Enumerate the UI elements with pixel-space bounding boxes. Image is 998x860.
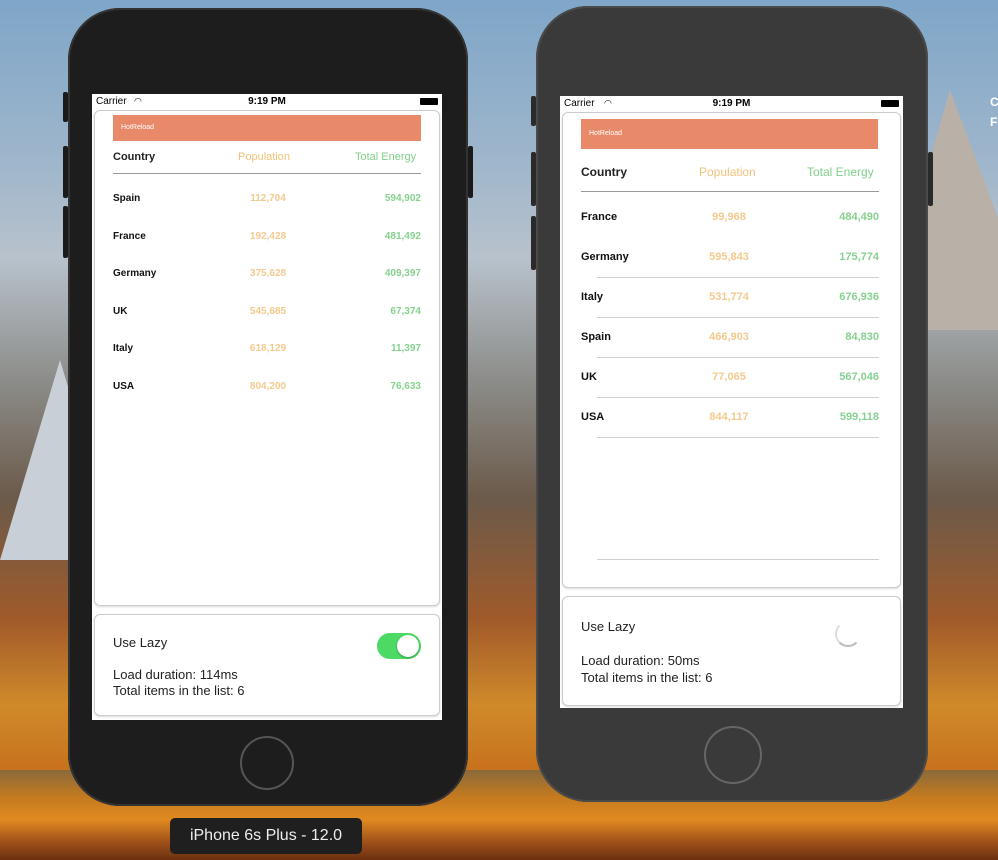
volume-up-button (63, 146, 68, 198)
row-separator (597, 559, 879, 560)
cell-energy: 484,490 (839, 211, 879, 223)
home-button[interactable] (704, 726, 762, 784)
cell-energy: 409,397 (384, 268, 421, 279)
cell-country: Germany (581, 251, 629, 263)
row-separator (597, 357, 879, 358)
header-country: Country (581, 165, 627, 179)
mute-switch (63, 92, 68, 122)
cell-population: 77,065 (712, 371, 746, 383)
cell-country: Spain (113, 193, 141, 204)
use-lazy-label: Use Lazy (113, 635, 168, 650)
volume-down-button (531, 216, 536, 270)
cell-energy: 676,936 (839, 291, 879, 303)
controls-card: Use Lazy Load duration: 114ms Total item… (94, 614, 440, 716)
battery-icon (881, 100, 899, 107)
volume-up-button (531, 152, 536, 206)
cell-energy: 567,046 (839, 371, 879, 383)
cell-population: 375,628 (249, 268, 287, 279)
cell-population: 192,428 (249, 231, 287, 242)
mute-switch (531, 96, 536, 126)
cell-population: 545,685 (249, 306, 287, 317)
power-button (928, 152, 933, 206)
cell-country: USA (581, 411, 605, 423)
cell-energy: 76,633 (390, 381, 421, 392)
cell-population: 844,117 (709, 411, 749, 423)
cell-population: 595,843 (709, 251, 749, 263)
cell-country: France (581, 211, 618, 223)
simulator-phone-left: Carrier ◠ 9:19 PM HotReload Country Popu… (63, 8, 473, 806)
header-country: Country (113, 151, 156, 163)
row-separator (597, 397, 879, 398)
cell-country: Germany (113, 268, 157, 279)
use-lazy-toggle[interactable] (377, 633, 421, 659)
header-population: Population (699, 165, 756, 179)
desktop-edge-text: C F (990, 95, 998, 129)
cell-energy: 175,774 (839, 251, 879, 263)
cell-energy: 67,374 (390, 306, 421, 317)
cell-country: Italy (581, 291, 604, 303)
header-population: Population (238, 151, 290, 163)
load-duration-label: Load duration: 50ms (581, 653, 700, 668)
volume-down-button (63, 206, 68, 258)
use-lazy-label: Use Lazy (581, 619, 636, 634)
total-items-label: Total items in the list: 6 (581, 670, 713, 685)
screen: Carrier ◠ 9:19 PM HotReload Country Popu… (92, 94, 442, 720)
cell-country: France (113, 231, 146, 242)
status-time: 9:19 PM (248, 96, 286, 107)
header-total-energy: Total Energy (807, 165, 874, 179)
status-bar: Carrier ◠ 9:19 PM (560, 96, 903, 112)
cell-country: UK (113, 306, 128, 317)
cell-population: 466,903 (709, 331, 749, 343)
cell-energy: 599,118 (839, 411, 879, 423)
controls-card: Use Lazy Load duration: 50ms Total items… (562, 596, 901, 706)
cell-population: 99,968 (712, 211, 746, 223)
status-bar: Carrier ◠ 9:19 PM (92, 94, 442, 110)
header-divider (581, 191, 879, 192)
power-button (468, 146, 473, 198)
cell-country: USA (113, 381, 135, 392)
total-items-label: Total items in the list: 6 (113, 683, 245, 698)
table-card: HotReload Country Population Total Energ… (94, 110, 440, 606)
cell-population: 531,774 (709, 291, 749, 303)
cell-population: 618,129 (249, 343, 287, 354)
cell-energy: 481,492 (384, 231, 421, 242)
cell-energy: 11,397 (390, 343, 421, 354)
screen: Carrier ◠ 9:19 PM HotReload Country Popu… (560, 96, 903, 708)
cell-country: Spain (581, 331, 611, 343)
simulator-device-label: iPhone 6s Plus - 12.0 (170, 818, 362, 854)
cell-country: Italy (113, 343, 134, 354)
row-separator (597, 277, 879, 278)
header-total-energy: Total Energy (355, 151, 417, 163)
toggle-knob (397, 635, 419, 657)
header-divider (113, 173, 421, 174)
home-button[interactable] (240, 736, 294, 790)
battery-icon (420, 98, 438, 105)
loading-spinner-icon (835, 621, 861, 647)
row-separator (597, 437, 879, 438)
simulator-phone-right: Carrier ◠ 9:19 PM HotReload Country Popu… (531, 6, 933, 802)
cell-population: 804,200 (249, 381, 287, 392)
cell-energy: 84,830 (845, 331, 879, 343)
load-duration-label: Load duration: 114ms (113, 667, 238, 682)
hotreload-banner[interactable]: HotReload (581, 119, 878, 149)
status-time: 9:19 PM (712, 98, 751, 109)
cell-population: 112,704 (250, 193, 286, 204)
hotreload-banner[interactable]: HotReload (113, 115, 421, 141)
cell-country: UK (581, 371, 597, 383)
cell-energy: 594,902 (384, 193, 421, 204)
row-separator (597, 317, 879, 318)
table-card: HotReload Country Population Total Energ… (562, 112, 901, 588)
